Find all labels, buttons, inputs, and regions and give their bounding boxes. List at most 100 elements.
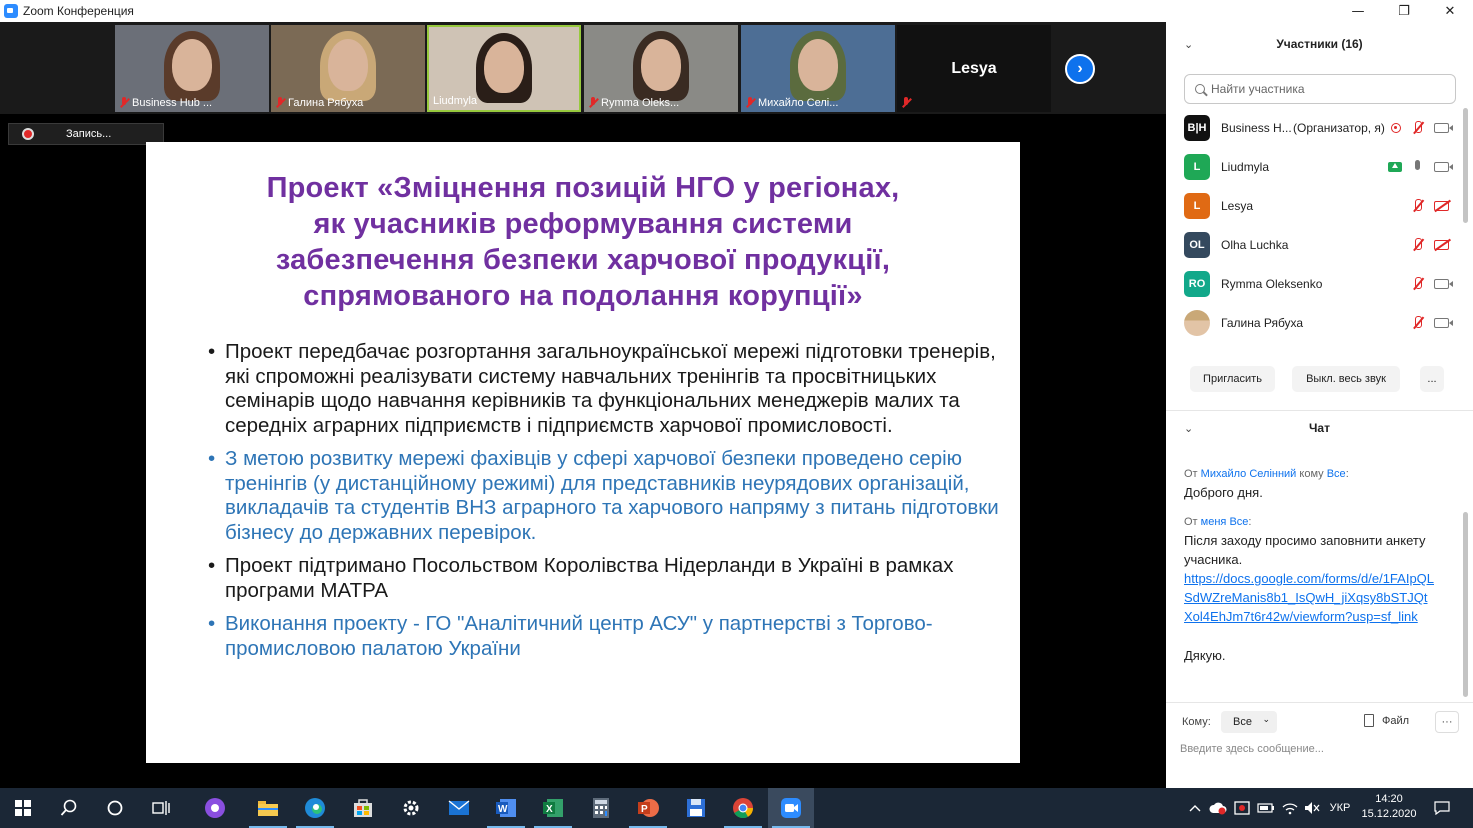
mic-muted-icon[interactable] bbox=[1410, 120, 1426, 136]
participant-face bbox=[172, 39, 212, 91]
participant-name: Rymma Oleksenko bbox=[1221, 276, 1323, 291]
taskbar-chrome[interactable] bbox=[720, 788, 766, 828]
word-icon: W bbox=[496, 799, 516, 817]
participant-label: Галина Рябуха bbox=[275, 97, 363, 109]
mic-muted-icon bbox=[275, 97, 285, 109]
participant-face bbox=[798, 39, 838, 91]
participant-name: Liudmyla bbox=[1221, 159, 1270, 174]
participant-label: Business Hub ... bbox=[119, 97, 212, 109]
cortana-icon bbox=[107, 800, 123, 816]
video-thumbnail[interactable]: Liudmyla bbox=[427, 25, 581, 112]
camera-glyph-icon bbox=[1433, 200, 1449, 211]
tray-volume[interactable] bbox=[1301, 788, 1323, 828]
chat-message-input[interactable] bbox=[1180, 738, 1460, 760]
next-page-button[interactable]: › bbox=[1065, 54, 1095, 84]
participant-row[interactable]: RO Rymma Oleksenko bbox=[1166, 264, 1466, 303]
participant-row[interactable]: L Liudmyla bbox=[1166, 147, 1466, 186]
participant-list-scrollbar[interactable] bbox=[1463, 108, 1468, 223]
close-button[interactable]: ✕ bbox=[1427, 0, 1473, 22]
clock-time: 14:20 bbox=[1375, 793, 1403, 805]
mic-muted-icon[interactable] bbox=[1410, 198, 1426, 214]
tray-clock[interactable]: 14:20 15.12.2020 bbox=[1361, 792, 1417, 822]
start-button[interactable] bbox=[0, 788, 46, 828]
participant-row[interactable] bbox=[1166, 342, 1466, 348]
taskbar-store[interactable] bbox=[340, 788, 386, 828]
taskbar-excel[interactable]: X bbox=[530, 788, 576, 828]
video-thumbnail[interactable]: Галина Рябуха bbox=[271, 25, 425, 112]
tray-wifi[interactable] bbox=[1279, 788, 1301, 828]
tray-notifications[interactable] bbox=[1428, 788, 1456, 828]
folder-icon bbox=[258, 801, 278, 816]
video-thumbnail[interactable]: Rymma Oleks... bbox=[584, 25, 738, 112]
mic-muted-icon[interactable] bbox=[1410, 315, 1426, 331]
taskbar-calculator[interactable] bbox=[578, 788, 624, 828]
zoom-logo-icon bbox=[4, 4, 18, 18]
video-thumbnail[interactable]: Business Hub ... bbox=[115, 25, 269, 112]
taskbar-settings[interactable] bbox=[388, 788, 434, 828]
participants-more-button[interactable]: ... bbox=[1420, 366, 1444, 392]
mic-muted-icon[interactable] bbox=[1410, 237, 1426, 253]
video-thumbnail[interactable]: Михайло Селі... bbox=[741, 25, 895, 112]
mute-all-button[interactable]: Выкл. весь звук bbox=[1292, 366, 1400, 392]
restore-button[interactable]: ❐ bbox=[1381, 0, 1427, 22]
participant-name: Михайло Селі... bbox=[758, 97, 839, 109]
tray-battery[interactable] bbox=[1255, 788, 1277, 828]
camera-icon[interactable] bbox=[1433, 120, 1453, 136]
collapse-participants-icon[interactable]: ⌄ bbox=[1184, 38, 1193, 51]
windows-icon bbox=[15, 800, 31, 816]
taskbar-zoom[interactable] bbox=[768, 788, 814, 828]
participant-search-input[interactable] bbox=[1211, 82, 1441, 96]
collapse-chat-icon[interactable]: ⌄ bbox=[1184, 422, 1193, 435]
search-taskbar-button[interactable] bbox=[46, 788, 92, 828]
camera-glyph-icon bbox=[1433, 317, 1453, 328]
side-panel: ⌄ Участники (16) B|H Business H...(Органи… bbox=[1166, 22, 1473, 788]
taskbar-assistant-app[interactable] bbox=[192, 788, 238, 828]
participant-name: Rymma Oleks... bbox=[601, 97, 680, 109]
chat-scrollbar[interactable] bbox=[1463, 512, 1468, 697]
tray-cloud-app[interactable] bbox=[1207, 788, 1229, 828]
participant-label: Михайло Селі... bbox=[745, 97, 838, 109]
recipient-name: Все bbox=[1229, 516, 1249, 528]
recording-indicator[interactable]: Запись... bbox=[8, 123, 164, 145]
message-link[interactable]: https://docs.google.com/forms/d/e/1FAIpQ… bbox=[1184, 569, 1434, 626]
camera-icon[interactable] bbox=[1433, 276, 1453, 292]
taskbar-edge[interactable] bbox=[292, 788, 338, 828]
tray-security-app[interactable] bbox=[1231, 788, 1253, 828]
recipient-select[interactable]: Все ⌄ bbox=[1221, 711, 1277, 733]
show-hidden-icons-button[interactable] bbox=[1185, 788, 1205, 828]
minimize-button[interactable]: — bbox=[1335, 0, 1381, 22]
camera-icon[interactable] bbox=[1433, 315, 1453, 331]
task-view-button[interactable] bbox=[138, 788, 184, 828]
camera-off-icon[interactable] bbox=[1433, 198, 1449, 214]
shared-slide: Проект «Зміцнення позицій НГО у регіонах… bbox=[146, 142, 1020, 763]
participant-face bbox=[641, 39, 681, 91]
participant-search[interactable] bbox=[1184, 74, 1456, 104]
camera-glyph-icon bbox=[1433, 122, 1453, 133]
gear-icon bbox=[403, 800, 419, 816]
taskbar-powerpoint[interactable]: P bbox=[625, 788, 671, 828]
sender-name: меня bbox=[1200, 516, 1227, 528]
participant-row[interactable]: OL Olha Luchka bbox=[1166, 225, 1466, 264]
chat-more-button[interactable]: ··· bbox=[1435, 711, 1459, 733]
mic-icon[interactable] bbox=[1410, 159, 1426, 175]
taskbar-save-app[interactable] bbox=[673, 788, 719, 828]
file-button[interactable]: Файл bbox=[1364, 714, 1409, 727]
notification-icon bbox=[1434, 801, 1450, 815]
camera-off-icon[interactable] bbox=[1433, 237, 1449, 253]
taskbar-file-explorer[interactable] bbox=[245, 788, 291, 828]
file-icon bbox=[1364, 714, 1374, 727]
taskbar-mail[interactable] bbox=[436, 788, 482, 828]
camera-icon[interactable] bbox=[1433, 159, 1453, 175]
taskbar-word[interactable]: W bbox=[483, 788, 529, 828]
wifi-icon bbox=[1282, 803, 1298, 815]
tray-language[interactable]: УКР bbox=[1325, 788, 1355, 828]
video-thumbnail[interactable]: Lesya bbox=[897, 25, 1051, 112]
slide-title-line: спрямованого на подолання корупції» bbox=[303, 280, 863, 312]
mic-muted-icon[interactable] bbox=[1410, 276, 1426, 292]
invite-button[interactable]: Пригласить bbox=[1190, 366, 1275, 392]
participant-row[interactable]: B|H Business H... (Организатор, я) bbox=[1166, 108, 1466, 147]
cortana-button[interactable] bbox=[92, 788, 138, 828]
participant-row[interactable]: Галина Рябуха bbox=[1166, 303, 1466, 342]
participant-row[interactable]: L Lesya bbox=[1166, 186, 1466, 225]
participant-label: Rymma Oleks... bbox=[588, 97, 679, 109]
